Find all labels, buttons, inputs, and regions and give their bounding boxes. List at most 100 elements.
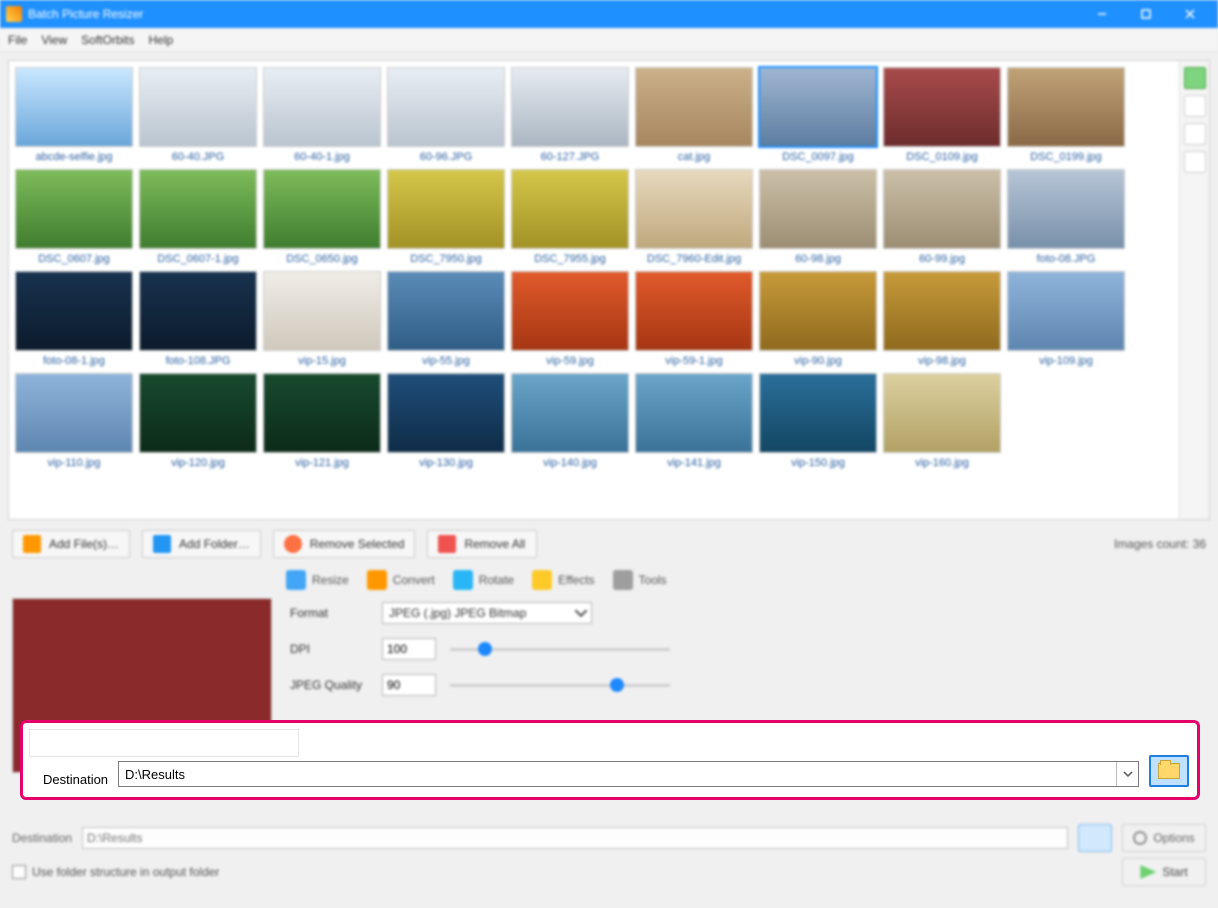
- thumbnail-caption: 60-40.JPG: [139, 147, 257, 163]
- thumbnail-item[interactable]: vip-15.jpg: [263, 271, 381, 367]
- thumbnail-item[interactable]: vip-55.jpg: [387, 271, 505, 367]
- format-dropdown[interactable]: JPEG (.jpg) JPEG Bitmap: [382, 602, 592, 624]
- thumbnail-item[interactable]: vip-150.jpg: [759, 373, 877, 469]
- tab-resize[interactable]: Resize: [286, 570, 349, 590]
- thumbnail-image: [263, 67, 381, 147]
- thumbnail-item[interactable]: DSC_7960-Edit.jpg: [635, 169, 753, 265]
- thumbnail-item[interactable]: DSC_0607-1.jpg: [139, 169, 257, 265]
- thumbnail-item[interactable]: 60-40-1.jpg: [263, 67, 381, 163]
- minimize-button[interactable]: [1080, 0, 1124, 28]
- destination-dropdown-button[interactable]: [1116, 762, 1138, 786]
- thumbnail-item[interactable]: vip-120.jpg: [139, 373, 257, 469]
- thumbnail-item[interactable]: abcde-selfie.jpg: [15, 67, 133, 163]
- thumbnail-image: [387, 169, 505, 249]
- thumbnail-item[interactable]: foto-08.JPG: [1007, 169, 1125, 265]
- thumbnail-item[interactable]: cat.jpg: [635, 67, 753, 163]
- thumbnail-item[interactable]: DSC_7950.jpg: [387, 169, 505, 265]
- thumbnail-item[interactable]: vip-130.jpg: [387, 373, 505, 469]
- thumbnail-image: [759, 373, 877, 453]
- thumbnail-item[interactable]: DSC_0109.jpg: [883, 67, 1001, 163]
- dpi-slider[interactable]: [450, 638, 670, 660]
- thumbnail-caption: 60-96.JPG: [387, 147, 505, 163]
- thumbnail-item[interactable]: DSC_0199.jpg: [1007, 67, 1125, 163]
- zoom-slider-button[interactable]: [1184, 151, 1206, 173]
- thumbnail-item[interactable]: vip-141.jpg: [635, 373, 753, 469]
- thumbnail-item[interactable]: vip-98.jpg: [883, 271, 1001, 367]
- minimize-icon: [1097, 9, 1107, 19]
- quality-input[interactable]: 90: [382, 674, 436, 696]
- remove-selected-button[interactable]: Remove Selected: [273, 530, 416, 558]
- options-label: Options: [1153, 831, 1194, 845]
- remove-selected-label: Remove Selected: [310, 537, 405, 551]
- destination-input[interactable]: [119, 762, 1116, 786]
- thumbnail-item[interactable]: vip-110.jpg: [15, 373, 133, 469]
- tab-convert[interactable]: Convert: [367, 570, 435, 590]
- quality-slider[interactable]: [450, 674, 670, 696]
- menu-file[interactable]: File: [8, 33, 27, 47]
- thumbnail-caption: foto-08.JPG: [1007, 249, 1125, 265]
- thumbnail-image: [1007, 271, 1125, 351]
- start-button[interactable]: Start: [1122, 858, 1206, 886]
- thumbnail-caption: vip-121.jpg: [263, 453, 381, 469]
- view-thumbnails-button[interactable]: [1184, 67, 1206, 89]
- settings-tabs: Resize Convert Rotate Effects Tools: [0, 566, 1218, 598]
- browse-destination-button[interactable]: [1149, 755, 1189, 787]
- thumbnail-image: [635, 373, 753, 453]
- close-button[interactable]: [1168, 0, 1212, 28]
- menu-view[interactable]: View: [41, 33, 67, 47]
- menu-softorbits[interactable]: SoftOrbits: [81, 33, 134, 47]
- thumbnail-item[interactable]: foto-108.JPG: [139, 271, 257, 367]
- thumbnail-caption: DSC_0109.jpg: [883, 147, 1001, 163]
- thumbnail-image: [1007, 67, 1125, 147]
- menu-help[interactable]: Help: [149, 33, 174, 47]
- bottom-action-row: Use folder structure in output folder St…: [12, 858, 1206, 886]
- thumbnail-item[interactable]: vip-59-1.jpg: [635, 271, 753, 367]
- thumbnail-item[interactable]: DSC_0607.jpg: [15, 169, 133, 265]
- thumbnail-item[interactable]: DSC_7955.jpg: [511, 169, 629, 265]
- thumbnail-image: [139, 373, 257, 453]
- thumbnail-area: abcde-selfie.jpg 60-40.JPG 60-40-1.jpg 60-9…: [8, 60, 1210, 520]
- remove-all-button[interactable]: Remove All: [427, 530, 537, 558]
- options-button[interactable]: Options: [1122, 824, 1206, 852]
- tab-effects[interactable]: Effects: [532, 570, 594, 590]
- view-list-button[interactable]: [1184, 95, 1206, 117]
- thumbnail-caption: vip-150.jpg: [759, 453, 877, 469]
- thumbnail-item[interactable]: vip-109.jpg: [1007, 271, 1125, 367]
- chevron-down-icon: [1123, 769, 1133, 779]
- thumbnail-image: [511, 169, 629, 249]
- thumbnail-item[interactable]: vip-59.jpg: [511, 271, 629, 367]
- thumbnail-item[interactable]: 60-40.JPG: [139, 67, 257, 163]
- thumbnail-item[interactable]: 60-98.jpg: [759, 169, 877, 265]
- thumbnail-item[interactable]: DSC_0097.jpg: [759, 67, 877, 163]
- thumbnail-item[interactable]: DSC_0650.jpg: [263, 169, 381, 265]
- thumbnail-item[interactable]: vip-140.jpg: [511, 373, 629, 469]
- app-icon: [6, 6, 22, 22]
- dpi-input[interactable]: 100: [382, 638, 436, 660]
- thumbnail-caption: vip-59.jpg: [511, 351, 629, 367]
- tab-rotate[interactable]: Rotate: [453, 570, 514, 590]
- thumbnail-item[interactable]: 60-127.JPG: [511, 67, 629, 163]
- thumbnail-caption: foto-108.JPG: [139, 351, 257, 367]
- thumbnail-item[interactable]: vip-121.jpg: [263, 373, 381, 469]
- file-toolbar: Add File(s)… Add Folder… Remove Selected…: [0, 528, 1218, 566]
- thumbnail-grid[interactable]: abcde-selfie.jpg 60-40.JPG 60-40-1.jpg 60-9…: [9, 61, 1179, 519]
- browse-destination-button-2[interactable]: [1078, 824, 1112, 852]
- add-folder-label: Add Folder…: [179, 537, 250, 551]
- thumbnail-item[interactable]: vip-90.jpg: [759, 271, 877, 367]
- tab-tools[interactable]: Tools: [613, 570, 667, 590]
- add-folder-button[interactable]: Add Folder…: [142, 530, 261, 558]
- callout-overlap: [29, 729, 299, 757]
- destination-combobox[interactable]: [118, 761, 1139, 787]
- thumbnail-item[interactable]: 60-96.JPG: [387, 67, 505, 163]
- thumbnail-item[interactable]: foto-08-1.jpg: [15, 271, 133, 367]
- thumbnail-image: [511, 271, 629, 351]
- tab-effects-label: Effects: [558, 573, 594, 587]
- view-details-button[interactable]: [1184, 123, 1206, 145]
- maximize-button[interactable]: [1124, 0, 1168, 28]
- thumbnail-item[interactable]: vip-160.jpg: [883, 373, 1001, 469]
- thumbnail-item[interactable]: 60-99.jpg: [883, 169, 1001, 265]
- add-files-button[interactable]: Add File(s)…: [12, 530, 130, 558]
- thumbnail-image: [15, 271, 133, 351]
- use-folder-structure-checkbox[interactable]: [12, 865, 26, 879]
- destination-combobox-2[interactable]: D:\Results: [82, 827, 1068, 849]
